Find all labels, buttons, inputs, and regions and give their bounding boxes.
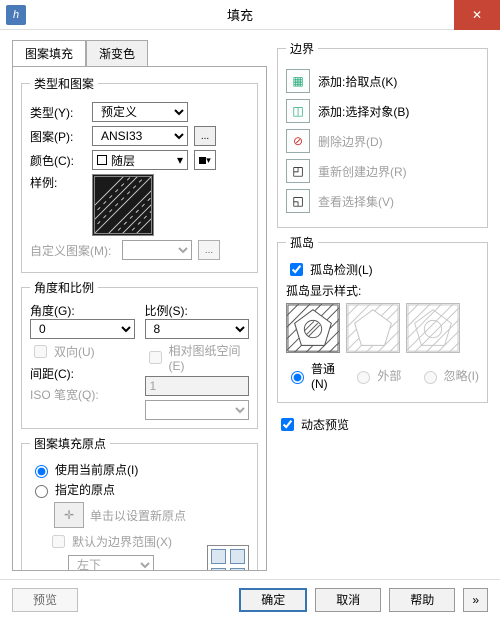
label-angle: 角度(G): [30,302,135,319]
checkbox-relative-paper [149,351,162,364]
label-spacing: 间距(C): [30,365,86,382]
radio-island-outer [357,371,370,384]
select-color[interactable]: 随层 ▾ [92,150,188,170]
label-island-style: 孤岛显示样式: [286,282,479,299]
label-add-pick[interactable]: 添加:拾取点(K) [318,73,397,90]
radio-specified-origin[interactable] [35,485,48,498]
legend-angle-scale: 角度和比例 [30,279,98,296]
select-origin-pos: 左下 [68,555,154,571]
label-recreate-boundary[interactable]: 重新创建边界(R) [318,163,407,180]
radio-island-normal[interactable] [291,371,304,384]
select-iso-width [145,400,250,420]
input-spacing [145,376,250,396]
add-select-icon[interactable]: ◫ [286,99,310,123]
label-remove-boundary[interactable]: 删除边界(D) [318,133,383,150]
cancel-button[interactable]: 取消 [315,588,381,612]
checkbox-default-boundary [52,535,65,548]
color-value: 随层 [111,152,135,169]
tab-hatch[interactable]: 图案填充 [12,40,86,67]
add-pick-icon[interactable]: ▦ [286,69,310,93]
tab-gradient[interactable]: 渐变色 [86,40,148,67]
chevron-down-icon: ▾ [177,153,183,167]
group-type-pattern: 类型和图案 类型(Y): 预定义 图案(P): ANSI33 ... 颜色(C)… [21,75,258,273]
app-icon: h [6,5,26,25]
label-custom-pattern: 自定义图案(M): [30,242,116,259]
pattern-browse-button[interactable]: ... [194,126,216,146]
color-swatch-icon [97,155,107,165]
close-button[interactable]: ✕ [454,0,500,30]
group-boundary: 边界 ▦ 添加:拾取点(K) ◫ 添加:选择对象(B) ⊘ 删除边界(D) ◰ 重新创建… [277,40,488,228]
chevron-down-icon: ▾ [206,155,211,166]
group-origin: 图案填充原点 使用当前原点(I) 指定的原点 ✛ 单击以设置新原点 默认为边界范… [21,435,258,571]
custom-pattern-browse-button: ... [198,240,220,260]
island-style-normal-preview[interactable] [286,303,340,353]
label-click-set-origin: 单击以设置新原点 [90,507,186,524]
label-island-outer: 外部 [377,367,401,384]
recreate-boundary-icon[interactable]: ◰ [286,159,310,183]
legend-island: 孤岛 [286,234,318,251]
ok-button[interactable]: 确定 [239,588,307,612]
label-add-select[interactable]: 添加:选择对象(B) [318,103,409,120]
checkbox-island-detect[interactable] [290,263,303,276]
island-style-ignore-preview[interactable] [406,303,460,353]
label-scale: 比例(S): [145,302,250,319]
group-island: 孤岛 孤岛检测(L) 孤岛显示样式: 普通(N) 外部 忽略(I) [277,234,488,403]
window-title: 填充 [26,5,454,24]
radio-island-ignore [424,371,437,384]
label-use-current-origin: 使用当前原点(I) [55,461,138,478]
checkbox-bidirectional [34,345,47,358]
label-island-detect: 孤岛检测(L) [310,261,373,278]
select-type[interactable]: 预定义 [92,102,188,122]
close-icon: ✕ [472,8,482,22]
select-scale[interactable]: 8 [145,319,250,339]
view-selection-icon[interactable]: ◱ [286,189,310,213]
legend-origin: 图案填充原点 [30,435,110,452]
radio-use-current-origin[interactable] [35,465,48,478]
pattern-sample[interactable] [92,174,154,236]
remove-boundary-icon[interactable]: ⊘ [286,129,310,153]
select-custom-pattern [122,240,192,260]
label-pattern: 图案(P): [30,128,86,145]
help-button[interactable]: 帮助 [389,588,455,612]
preview-button[interactable]: 预览 [12,588,78,612]
set-origin-icon: ✛ [54,502,84,528]
label-island-ignore: 忽略(I) [444,367,479,384]
island-style-outer-preview[interactable] [346,303,400,353]
select-pattern[interactable]: ANSI33 [92,126,188,146]
label-view-selection[interactable]: 查看选择集(V) [318,193,394,210]
label-sample: 样例: [30,174,86,191]
bg-color-swatch[interactable]: ▾ [194,150,216,170]
label-color: 颜色(C): [30,152,86,169]
checkbox-dynamic-preview[interactable] [281,418,294,431]
origin-preview: + [207,545,249,571]
label-bidirectional: 双向(U) [54,343,95,360]
label-relative-paper: 相对图纸空间(E) [169,342,250,373]
expand-button[interactable]: » [463,588,488,612]
label-iso-width: ISO 笔宽(Q): [30,386,106,403]
group-angle-scale: 角度和比例 角度(G): 0 双向(U) 间距(C): ISO 笔宽(Q): 比… [21,279,258,429]
label-dynamic-preview: 动态预览 [301,416,349,433]
select-angle[interactable]: 0 [30,319,135,339]
label-default-boundary: 默认为边界范围(X) [72,533,172,550]
legend-type-pattern: 类型和图案 [30,75,98,92]
legend-boundary: 边界 [286,40,318,57]
label-type: 类型(Y): [30,104,86,121]
label-island-normal: 普通(N) [311,360,346,391]
label-specified-origin: 指定的原点 [55,481,115,498]
